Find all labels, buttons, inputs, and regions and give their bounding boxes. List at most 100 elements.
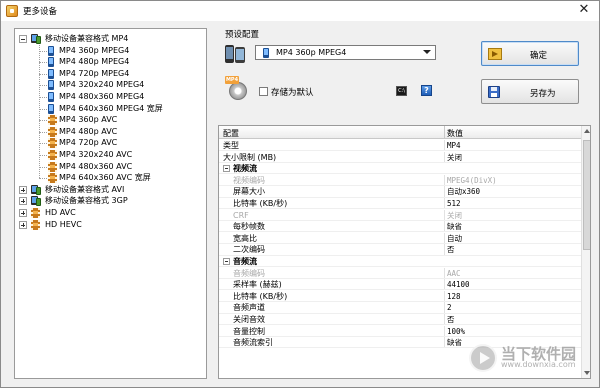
grid-cell-value: 关闭 bbox=[447, 210, 462, 220]
film-icon bbox=[48, 150, 57, 160]
confirm-arrow-icon bbox=[488, 48, 502, 60]
grid-cell-name: 大小限制 (MB) bbox=[223, 152, 277, 162]
phone-icon bbox=[48, 68, 54, 79]
close-button[interactable]: ✕ bbox=[577, 3, 591, 17]
tree-preset-item[interactable]: MP4 640x360 AVC 宽屏 bbox=[15, 172, 205, 184]
phone-icon bbox=[48, 45, 54, 56]
grid-row[interactable]: 采样率 (赫兹) 44100 bbox=[219, 279, 581, 291]
grid-cell-value: 512 bbox=[447, 199, 461, 208]
grid-cell-value: MPEG4(DivX) bbox=[447, 175, 497, 185]
grid-cell-value: 自动x360 bbox=[447, 187, 481, 197]
grid-row: 音频编码 AAC bbox=[219, 267, 581, 279]
grid-cell-value: 44100 bbox=[447, 280, 470, 290]
grid-cell-value: 128 bbox=[447, 291, 461, 301]
tree-preset-item[interactable]: MP4 480p MPEG4 bbox=[15, 56, 205, 68]
device-icon bbox=[31, 196, 41, 207]
collapse-icon[interactable] bbox=[223, 165, 230, 173]
grid-cell-name: 每秒帧数 bbox=[233, 222, 265, 232]
phone-icon bbox=[48, 57, 54, 68]
save-as-button-label: 另存为 bbox=[530, 89, 556, 99]
tree-group-item[interactable]: HD AVC bbox=[15, 207, 205, 219]
grid-cell-value: 关闭 bbox=[447, 152, 462, 162]
tree-preset-item[interactable]: MP4 480x360 MPEG4 bbox=[15, 91, 205, 103]
save-as-button[interactable]: 另存为 bbox=[481, 79, 579, 104]
grid-cell-name: 类型 bbox=[223, 141, 239, 150]
window-title: 更多设备 bbox=[23, 7, 58, 17]
save-default-checkbox[interactable] bbox=[259, 87, 268, 96]
tree-item-label: MP4 320x240 AVC bbox=[59, 150, 133, 159]
grid-row[interactable]: 宽高比 自动 bbox=[219, 232, 581, 244]
ok-button[interactable]: 确定 bbox=[481, 41, 579, 66]
command-line-icon[interactable]: C:\ bbox=[396, 86, 407, 96]
help-icon[interactable]: ? bbox=[421, 85, 432, 96]
film-icon bbox=[48, 126, 57, 137]
film-icon bbox=[48, 138, 57, 149]
tree-item-label: MP4 640x360 MPEG4 宽屏 bbox=[59, 103, 163, 113]
tree-item-label: 移动设备兼容格式 MP4 bbox=[45, 34, 129, 43]
tree-preset-item[interactable]: MP4 360p MPEG4 bbox=[15, 45, 205, 57]
grid-row[interactable]: 关闭音效 否 bbox=[219, 314, 581, 326]
grid-row[interactable]: 类型 MP4 bbox=[219, 140, 581, 152]
header-value: 数值 bbox=[447, 129, 463, 138]
grid-row[interactable]: 大小限制 (MB) 关闭 bbox=[219, 151, 581, 163]
grid-cell-name: 音量控制 bbox=[233, 326, 265, 336]
scroll-thumb[interactable] bbox=[583, 140, 590, 250]
ok-button-label: 确定 bbox=[530, 51, 548, 61]
tree-group-item[interactable]: HD HEVC bbox=[15, 219, 205, 231]
grid-scrollbar[interactable] bbox=[581, 126, 590, 378]
watermark-play-icon bbox=[469, 344, 497, 372]
device-icon bbox=[31, 34, 41, 44]
settings-grid[interactable]: 配置 数值 类型 MP4 大小限制 (MB) 关闭 视频流 视频编码 MPEG4(DivX)… bbox=[218, 125, 591, 379]
grid-cell-name: 比特率 (KB/秒) bbox=[233, 291, 288, 301]
grid-cell-name: CRF bbox=[233, 210, 249, 220]
grid-row[interactable]: 比特率 (KB/秒) 512 bbox=[219, 198, 581, 210]
chevron-down-icon bbox=[423, 50, 431, 54]
grid-cell-value: 100% bbox=[447, 326, 466, 336]
preset-section-label: 预设配置 bbox=[225, 30, 260, 40]
expand-icon[interactable] bbox=[19, 197, 27, 206]
grid-cell-value: 否 bbox=[447, 315, 455, 324]
grid-cell-name: 音频流 bbox=[233, 257, 257, 266]
scroll-up-icon[interactable] bbox=[584, 129, 590, 133]
tree-item-label: MP4 640x360 AVC 宽屏 bbox=[59, 173, 151, 183]
grid-row[interactable]: 音量控制 100% bbox=[219, 325, 581, 337]
device-tree[interactable]: 移动设备兼容格式 MP4 MP4 360p MPEG4 MP4 480p MPEG4… bbox=[14, 28, 207, 379]
film-icon bbox=[31, 219, 40, 230]
tree-preset-item[interactable]: MP4 360p AVC bbox=[15, 114, 205, 126]
tree-group-item[interactable]: 移动设备兼容格式 3GP bbox=[15, 195, 205, 207]
tree-group-item[interactable]: 移动设备兼容格式 AVI bbox=[15, 184, 205, 196]
expand-icon[interactable] bbox=[19, 185, 27, 194]
grid-section-row[interactable]: 音频流 bbox=[219, 256, 581, 268]
scroll-down-icon[interactable] bbox=[584, 371, 590, 375]
tree-preset-item[interactable]: MP4 320x240 MPEG4 bbox=[15, 79, 205, 91]
tree-preset-item[interactable]: MP4 720p MPEG4 bbox=[15, 68, 205, 80]
grid-section-row[interactable]: 视频流 bbox=[219, 163, 581, 175]
expand-icon[interactable] bbox=[19, 220, 27, 229]
tree-item-label: MP4 480x360 MPEG4 bbox=[59, 92, 145, 101]
tree-preset-item[interactable]: MP4 720p AVC bbox=[15, 137, 205, 149]
tree-group-item[interactable]: 移动设备兼容格式 MP4 bbox=[15, 33, 205, 45]
grid-row[interactable]: 屏幕大小 自动x360 bbox=[219, 186, 581, 198]
grid-row[interactable]: 比特率 (KB/秒) 128 bbox=[219, 290, 581, 302]
grid-row[interactable]: 二次编码 否 bbox=[219, 244, 581, 256]
collapse-icon[interactable] bbox=[223, 258, 230, 265]
title-bar: 更多设备 ✕ bbox=[1, 1, 599, 21]
grid-cell-value: 否 bbox=[447, 245, 455, 255]
grid-cell-name: 二次编码 bbox=[233, 245, 265, 255]
expand-icon[interactable] bbox=[19, 209, 27, 217]
grid-row[interactable]: 音频声道 2 bbox=[219, 302, 581, 314]
phone-icon bbox=[48, 103, 54, 114]
collapse-icon[interactable] bbox=[19, 35, 27, 43]
tree-preset-item[interactable]: MP4 480x360 AVC bbox=[15, 161, 205, 173]
tree-item-label: MP4 320x240 MPEG4 bbox=[59, 80, 145, 90]
film-icon bbox=[48, 173, 57, 184]
device-icon bbox=[31, 184, 41, 195]
tree-preset-item[interactable]: MP4 640x360 MPEG4 宽屏 bbox=[15, 103, 205, 115]
grid-row[interactable]: 每秒帧数 缺省 bbox=[219, 221, 581, 233]
tree-item-label: MP4 480p AVC bbox=[59, 126, 118, 136]
preset-select[interactable]: MP4 360p MPEG4 bbox=[255, 45, 436, 60]
tree-preset-item[interactable]: MP4 480p AVC bbox=[15, 126, 205, 138]
tree-item-label: 移动设备兼容格式 AVI bbox=[45, 184, 125, 194]
tree-preset-item[interactable]: MP4 320x240 AVC bbox=[15, 149, 205, 161]
watermark-subtitle: www.downxia.com bbox=[501, 360, 576, 369]
